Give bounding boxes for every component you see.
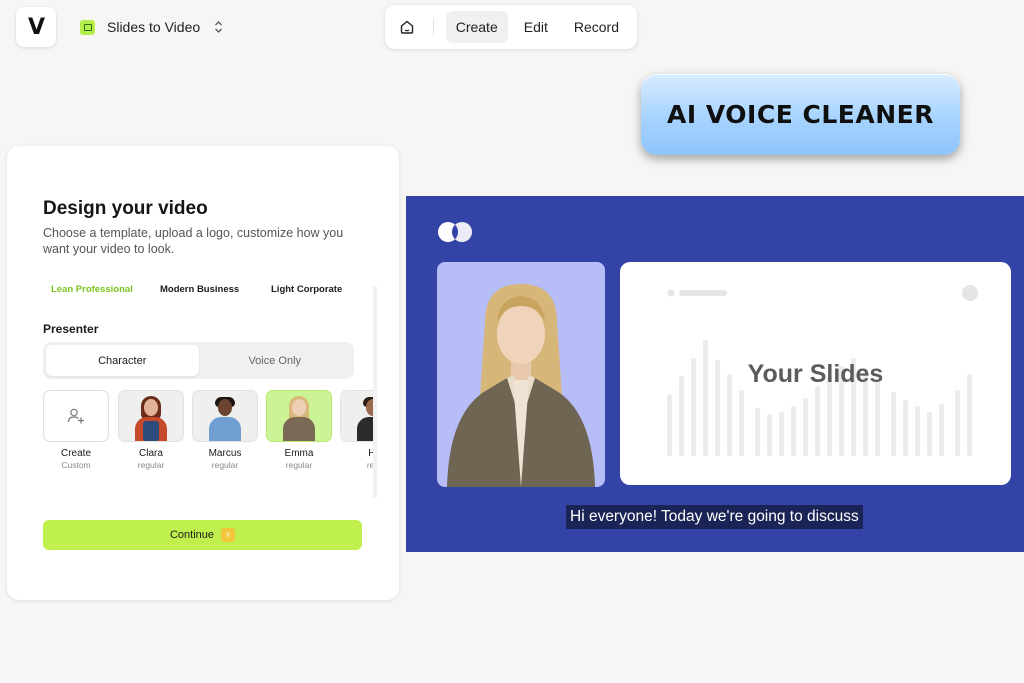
presenter-card-marcus[interactable]: Marcus regular [192, 390, 258, 470]
thumb-create [43, 390, 109, 442]
ai-voice-cleaner-button[interactable]: AI VOICE CLEANER [641, 74, 960, 155]
project-name: Slides to Video [107, 19, 201, 35]
mode-character[interactable]: Character [46, 345, 199, 376]
slide-placeholder: Your Slides [620, 262, 1011, 485]
presenter-name: Emma [284, 448, 314, 459]
tab-edit[interactable]: Edit [514, 11, 558, 43]
tab-create[interactable]: Create [445, 11, 508, 43]
avatar [192, 390, 258, 442]
brand-logo-icon [436, 220, 476, 249]
video-preview: Your Slides Hi everyone! Today we're goi… [406, 196, 1024, 552]
continue-button[interactable]: Continue ⚡ [43, 520, 362, 550]
presenter-video [437, 262, 605, 487]
presenter-card-create[interactable]: Create Custom [43, 390, 109, 470]
presenter-subtitle: regular [285, 460, 313, 470]
continue-label: Continue [169, 529, 215, 541]
app-logo[interactable]: V [16, 7, 56, 47]
presenter-label: Presenter [43, 322, 99, 336]
project-selector[interactable]: Slides to Video [80, 16, 223, 38]
lightning-icon: ⚡ [221, 528, 236, 542]
slides-icon [80, 19, 95, 35]
tab-record[interactable]: Record [564, 11, 629, 43]
presenter-subtitle: reg [366, 460, 373, 470]
ai-voice-cleaner-label: AI VOICE CLEANER [667, 100, 934, 129]
presenter-card-clara[interactable]: Clara regular [118, 390, 184, 470]
add-user-icon [67, 408, 84, 424]
presenter-name: Create [60, 448, 91, 459]
presenter-subtitle: Custom [61, 460, 91, 470]
presenter-name: Marcus [208, 448, 242, 459]
avatar [340, 390, 373, 442]
top-navigation: Create Edit Record [385, 5, 637, 49]
avatar [266, 390, 332, 442]
presenter-name: Clara [139, 448, 163, 459]
presenter-subtitle: regular [137, 460, 165, 470]
subtitle-caption: Hi everyone! Today we're going to discus… [566, 505, 863, 529]
presenter-card-emma[interactable]: Emma regular [266, 390, 332, 470]
presenter-figure [447, 284, 595, 487]
design-panel: Design your video Choose a template, upl… [7, 146, 399, 600]
slide-title: Your Slides [747, 360, 884, 388]
nav-divider [433, 19, 434, 35]
panel-description: Choose a template, upload a logo, custom… [43, 226, 344, 256]
avatar [118, 390, 184, 442]
panel-title: Design your video [43, 198, 208, 219]
presenter-subtitle: regular [211, 460, 239, 470]
chevron-updown-icon [214, 20, 223, 34]
presenter-name: Hi [368, 448, 373, 459]
home-icon [400, 20, 414, 34]
logo-letter: V [27, 14, 45, 40]
presenter-mode-toggle: Character Voice Only [43, 342, 354, 379]
presenter-card-partial[interactable]: Hi reg [340, 390, 373, 470]
presenter-list: Create Custom Clara regular Marcus regul… [43, 390, 373, 480]
mode-voice-only[interactable]: Voice Only [199, 345, 352, 376]
template-modern-business[interactable]: Modern Business [160, 284, 239, 295]
template-lean-professional[interactable]: Lean Professional [51, 284, 133, 295]
template-light-corporate[interactable]: Light Corporate [271, 284, 342, 295]
scrollbar[interactable] [373, 286, 377, 498]
home-button[interactable] [399, 13, 415, 41]
